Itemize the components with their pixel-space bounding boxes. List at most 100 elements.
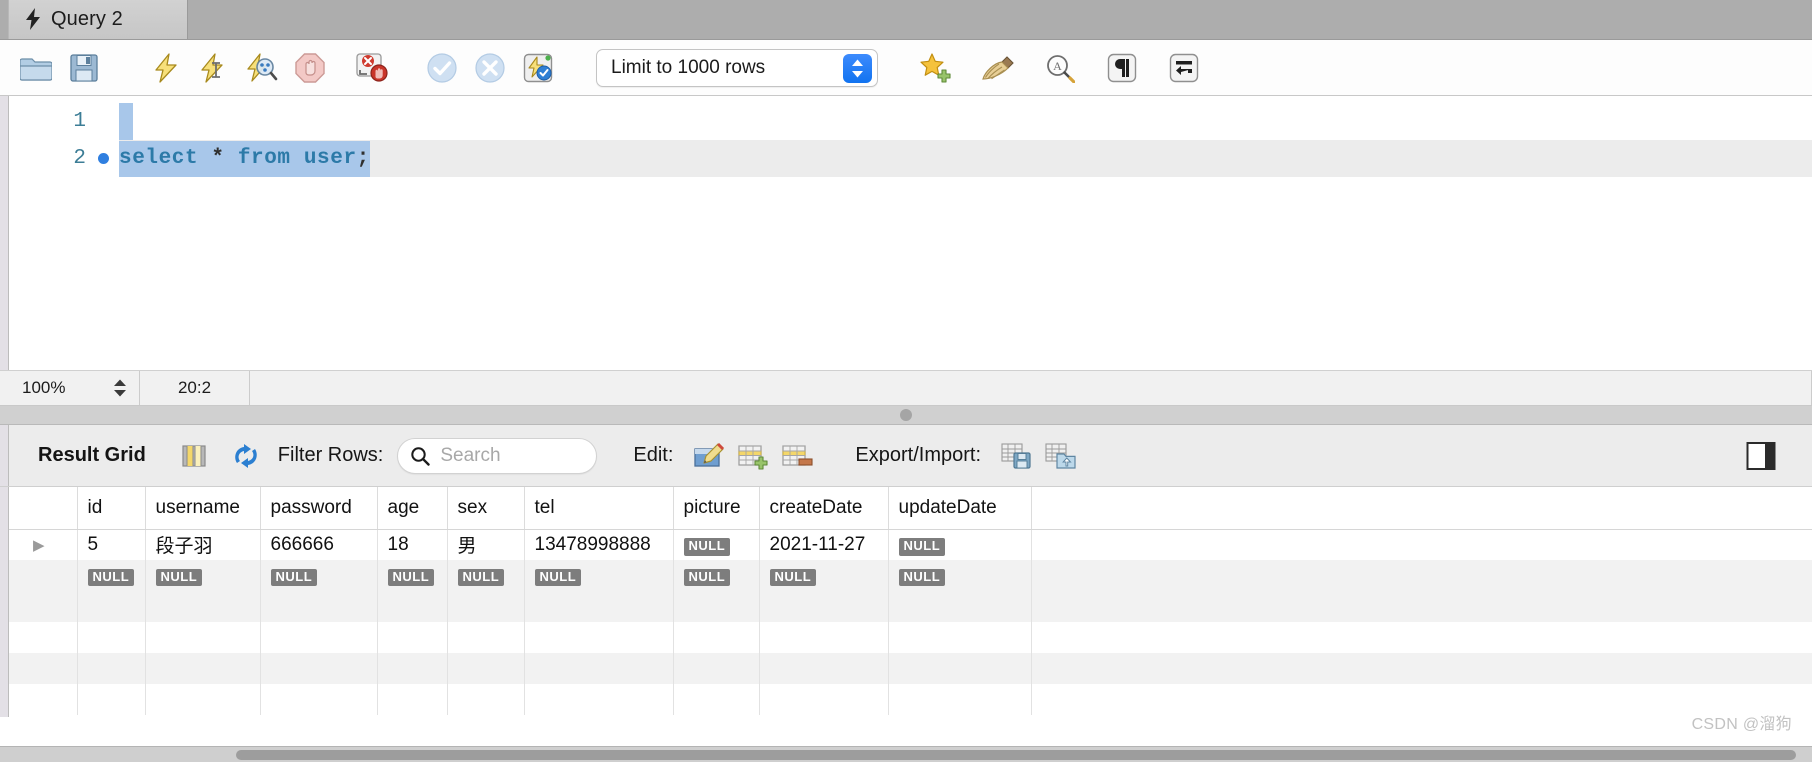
row-selector-handle[interactable] <box>9 560 78 591</box>
cell-createDate[interactable]: NULL <box>759 560 889 591</box>
cursor-position-indicator: 20:2 <box>140 371 250 405</box>
row-selector-handle[interactable]: ▶ <box>9 529 78 560</box>
result-grid-table-container[interactable]: id username password age sex tel picture… <box>9 487 1812 717</box>
cell-filler <box>1031 560 1812 591</box>
table-row[interactable]: ▶ 5 段子羽 666666 18 男 13478998888 NULL 202… <box>9 529 1812 560</box>
cell-username[interactable]: NULL <box>145 560 261 591</box>
cell-id[interactable]: 5 <box>77 529 146 560</box>
null-badge: NULL <box>898 537 946 556</box>
empty-cell <box>260 591 378 622</box>
editor-code-area[interactable]: select * from user; <box>119 96 1812 370</box>
empty-cell <box>524 622 674 653</box>
table-add-row-icon[interactable] <box>731 434 775 478</box>
execute-statement-button[interactable] <box>142 44 190 92</box>
table-delete-row-icon[interactable] <box>775 434 819 478</box>
column-header-id[interactable]: id <box>77 487 146 530</box>
save-script-button[interactable] <box>60 44 108 92</box>
stop-on-error-button[interactable] <box>348 44 396 92</box>
column-header-username[interactable]: username <box>145 487 261 530</box>
commit-button[interactable] <box>418 44 466 92</box>
empty-cell <box>524 653 674 684</box>
beautify-sql-button[interactable] <box>974 44 1022 92</box>
cell-picture[interactable]: NULL <box>673 560 760 591</box>
cell-picture[interactable]: NULL <box>673 529 760 560</box>
cell-updateDate[interactable]: NULL <box>888 560 1032 591</box>
cell-username[interactable]: 段子羽 <box>145 529 261 560</box>
save-snippet-button[interactable] <box>912 44 960 92</box>
wrap-lines-button[interactable] <box>1160 44 1208 92</box>
cursor-position-value: 20:2 <box>177 378 212 397</box>
cell-tel[interactable]: 13478998888 <box>524 529 674 560</box>
empty-cell <box>377 591 448 622</box>
breakpoint-marker-icon[interactable] <box>98 153 109 164</box>
find-button[interactable]: A <box>1036 44 1084 92</box>
pencil-edit-icon[interactable] <box>687 434 731 478</box>
cell-age[interactable]: 18 <box>377 529 448 560</box>
explain-query-button[interactable] <box>238 44 286 92</box>
empty-cell <box>145 684 261 715</box>
cell-sex[interactable]: 男 <box>447 529 525 560</box>
search-input[interactable]: Search <box>397 437 598 474</box>
stop-execution-button[interactable] <box>286 44 334 92</box>
selection-caret-block <box>119 103 133 140</box>
null-badge: NULL <box>387 568 435 587</box>
empty-cell <box>145 653 261 684</box>
scrollbar-thumb[interactable] <box>236 750 1796 760</box>
autocommit-toggle-button[interactable] <box>514 44 562 92</box>
open-sql-file-button[interactable] <box>12 44 60 92</box>
sql-editor[interactable]: 1 2 select * from user; <box>0 96 1812 371</box>
cell-password[interactable]: NULL <box>260 560 378 591</box>
column-header-createDate[interactable]: createDate <box>759 487 889 530</box>
column-header-sex[interactable]: sex <box>447 487 525 530</box>
horizontal-scrollbar[interactable] <box>0 746 1812 762</box>
cell-updateDate[interactable]: NULL <box>888 529 1032 560</box>
line-number: 2 <box>73 147 86 170</box>
empty-cell <box>673 622 760 653</box>
empty-cell <box>377 653 448 684</box>
cell-createDate[interactable]: 2021-11-27 <box>759 529 889 560</box>
null-badge: NULL <box>270 568 318 587</box>
empty-cell <box>145 591 261 622</box>
result-grid[interactable]: id username password age sex tel picture… <box>0 487 1812 717</box>
result-grid-toolbar: Result Grid Filter Rows: Search Edit: Ex… <box>0 425 1812 487</box>
refresh-arrows-icon[interactable] <box>224 434 268 478</box>
cell-age[interactable]: NULL <box>377 560 448 591</box>
cell-sex[interactable]: NULL <box>447 560 525 591</box>
splitter-grip-handle[interactable] <box>900 409 912 421</box>
cell-id[interactable]: NULL <box>77 560 146 591</box>
column-header-filler <box>1031 487 1812 530</box>
cell-password[interactable]: 666666 <box>260 529 378 560</box>
column-header-updateDate[interactable]: updateDate <box>888 487 1032 530</box>
tab-query-2[interactable]: Query 2 <box>8 0 188 39</box>
grid-view-icon[interactable] <box>172 434 216 478</box>
empty-cell <box>447 684 525 715</box>
row-limit-stepper[interactable] <box>843 53 872 83</box>
breakpoint-slot[interactable] <box>98 116 109 127</box>
invisible-chars-button[interactable] <box>1098 44 1146 92</box>
editor-left-strip <box>0 96 9 370</box>
empty-cell <box>759 653 889 684</box>
table-export-save-icon[interactable] <box>995 434 1039 478</box>
column-header-age[interactable]: age <box>377 487 448 530</box>
results-splitter[interactable] <box>0 406 1812 425</box>
table-row[interactable]: NULL NULL NULL NULL NULL NULL NULL NULL … <box>9 560 1812 591</box>
code-line-2[interactable]: select * from user; <box>119 140 1812 177</box>
empty-cell <box>673 653 760 684</box>
rollback-button[interactable] <box>466 44 514 92</box>
table-row-empty <box>9 653 1812 684</box>
row-limit-select[interactable]: Limit to 1000 rows <box>596 48 878 87</box>
column-header-tel[interactable]: tel <box>524 487 674 530</box>
code-line-1[interactable] <box>119 103 1812 140</box>
table-import-open-icon[interactable] <box>1039 434 1083 478</box>
column-header-picture[interactable]: picture <box>673 487 760 530</box>
empty-cell <box>524 591 674 622</box>
toggle-side-panel-button[interactable] <box>1746 441 1776 471</box>
zoom-control[interactable]: 100% <box>0 371 140 405</box>
zoom-stepper-icon[interactable] <box>113 379 127 397</box>
null-badge: NULL <box>87 568 135 587</box>
zoom-level-value: 100% <box>22 378 66 397</box>
cell-tel[interactable]: NULL <box>524 560 674 591</box>
empty-cell <box>888 622 1032 653</box>
column-header-password[interactable]: password <box>260 487 378 530</box>
execute-current-button[interactable] <box>190 44 238 92</box>
